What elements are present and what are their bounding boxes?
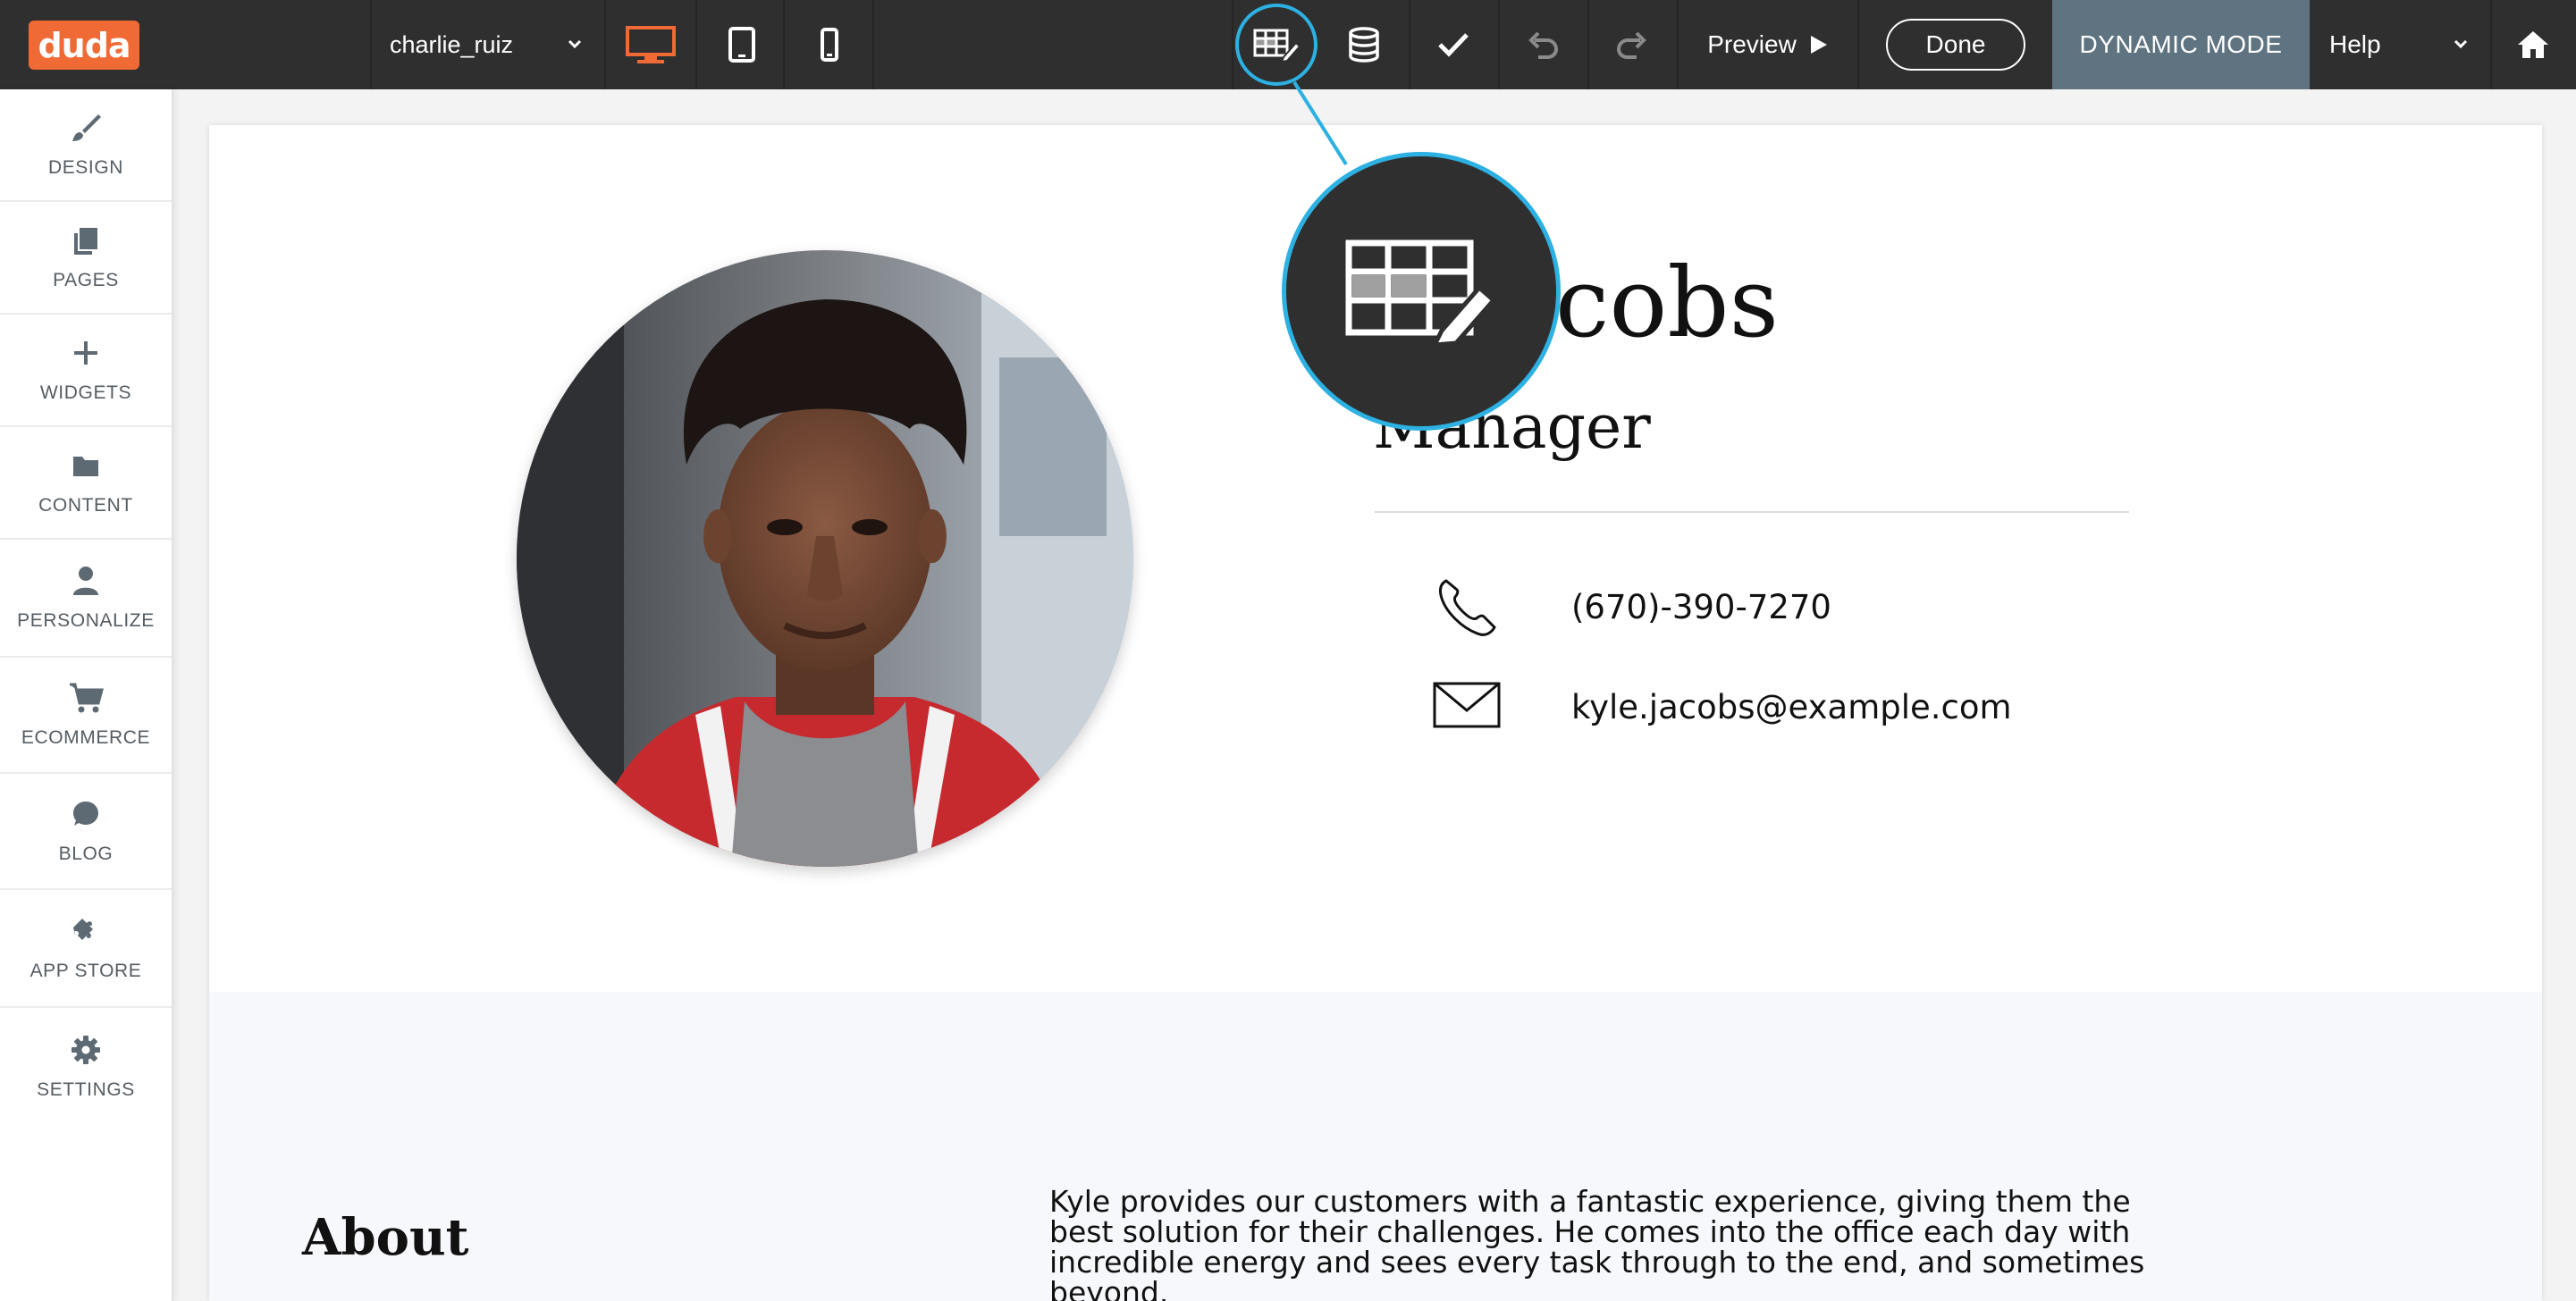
person-icon — [72, 564, 100, 598]
dynamic-mode-button[interactable]: DYNAMIC MODE — [2052, 0, 2310, 89]
desktop-view-button[interactable] — [606, 0, 695, 89]
sidebar-item-label: APP STORE — [29, 961, 142, 981]
about-section[interactable]: About Kyle provides our customers with a… — [209, 992, 2542, 1301]
left-sidebar: DESIGN PAGES WIDGETS CONTENT PERSONALIZE… — [0, 89, 173, 1301]
sidebar-item-settings[interactable]: SETTINGS — [0, 1008, 172, 1126]
folder-icon — [72, 449, 100, 483]
about-line: best solution for their challenges. He c… — [1049, 1214, 2131, 1249]
redo-icon — [1616, 31, 1646, 59]
checkmark-icon — [1438, 33, 1469, 57]
collection-edit-button[interactable] — [1235, 4, 1317, 86]
profile-photo[interactable] — [517, 250, 1133, 867]
sidebar-item-label: ECOMMERCE — [21, 727, 151, 748]
email-icon-wrap — [1432, 681, 1502, 729]
duda-logo[interactable]: duda — [29, 21, 139, 70]
desktop-icon — [626, 26, 676, 63]
magnified-collection-edit-callout — [1282, 152, 1561, 431]
tablet-icon — [728, 27, 755, 63]
phone-icon — [1439, 579, 1496, 636]
divider — [1232, 0, 1233, 89]
tablet-view-button[interactable] — [697, 0, 787, 89]
redo-button[interactable] — [1587, 0, 1677, 89]
portrait-image — [517, 250, 1133, 867]
sidebar-item-design[interactable]: DESIGN — [0, 89, 172, 202]
sidebar-item-content[interactable]: CONTENT — [0, 427, 172, 540]
sidebar-item-label: CONTENT — [38, 495, 133, 516]
chevron-down-icon — [568, 39, 582, 49]
sidebar-item-personalize[interactable]: PERSONALIZE — [0, 540, 172, 658]
mobile-icon — [821, 28, 838, 62]
about-line: Kyle provides our customers with a fanta… — [1049, 1184, 2131, 1219]
mobile-view-button[interactable] — [785, 0, 874, 89]
preview-button[interactable]: Preview — [1679, 0, 1857, 89]
sidebar-item-ecommerce[interactable]: ECOMMERCE — [0, 658, 172, 774]
database-icon — [1349, 27, 1379, 63]
collection-edit-icon — [1345, 239, 1497, 345]
help-menu[interactable]: Help — [2310, 0, 2490, 89]
about-paragraph[interactable]: Kyle provides our customers with a fanta… — [1049, 1187, 2176, 1301]
site-selector[interactable]: charlie_ruiz — [372, 0, 602, 89]
gear-icon — [71, 1033, 101, 1067]
sidebar-item-pages[interactable]: PAGES — [0, 202, 172, 315]
divider — [872, 0, 874, 89]
play-icon — [1810, 36, 1827, 54]
phone-icon-wrap — [1435, 575, 1500, 640]
puzzle-icon — [70, 914, 102, 948]
home-button[interactable] — [2490, 0, 2576, 89]
sidebar-item-label: BLOG — [58, 844, 114, 864]
sidebar-item-label: DESIGN — [47, 157, 124, 178]
email-address[interactable]: kyle.jacobs@example.com — [1571, 688, 2012, 726]
about-title[interactable]: About — [302, 1208, 469, 1267]
divider — [1857, 0, 1859, 89]
database-button[interactable] — [1319, 0, 1409, 89]
sidebar-item-blog[interactable]: BLOG — [0, 774, 172, 890]
help-label: Help — [2329, 30, 2381, 58]
plus-icon — [72, 336, 99, 370]
chevron-down-icon — [2454, 39, 2468, 49]
undo-icon — [1528, 31, 1559, 59]
collection-edit-icon — [1253, 29, 1300, 63]
home-icon — [2518, 31, 2548, 58]
site-name: charlie_ruiz — [390, 30, 514, 58]
pages-icon — [72, 223, 99, 257]
phone-number[interactable]: (670)-390-7270 — [1571, 588, 1831, 626]
sidebar-item-label: SETTINGS — [37, 1079, 135, 1100]
chat-bubble-icon — [72, 797, 100, 831]
undo-button[interactable] — [1498, 0, 1587, 89]
done-button[interactable]: Done — [1886, 19, 2025, 71]
divider-line — [1375, 511, 2129, 513]
publish-check-button[interactable] — [1409, 0, 1498, 89]
sidebar-item-label: PERSONALIZE — [17, 610, 155, 631]
sidebar-item-widgets[interactable]: WIDGETS — [0, 315, 172, 427]
sidebar-item-app-store[interactable]: APP STORE — [0, 890, 172, 1008]
brush-icon — [70, 111, 102, 145]
mail-icon — [1433, 682, 1501, 728]
about-line: beyond. — [1049, 1275, 1169, 1301]
preview-label: Preview — [1707, 30, 1797, 58]
about-line: incredible energy and sees every task th… — [1049, 1245, 2145, 1280]
cart-icon — [68, 681, 104, 715]
sidebar-item-label: PAGES — [53, 270, 119, 290]
sidebar-item-label: WIDGETS — [39, 382, 132, 403]
